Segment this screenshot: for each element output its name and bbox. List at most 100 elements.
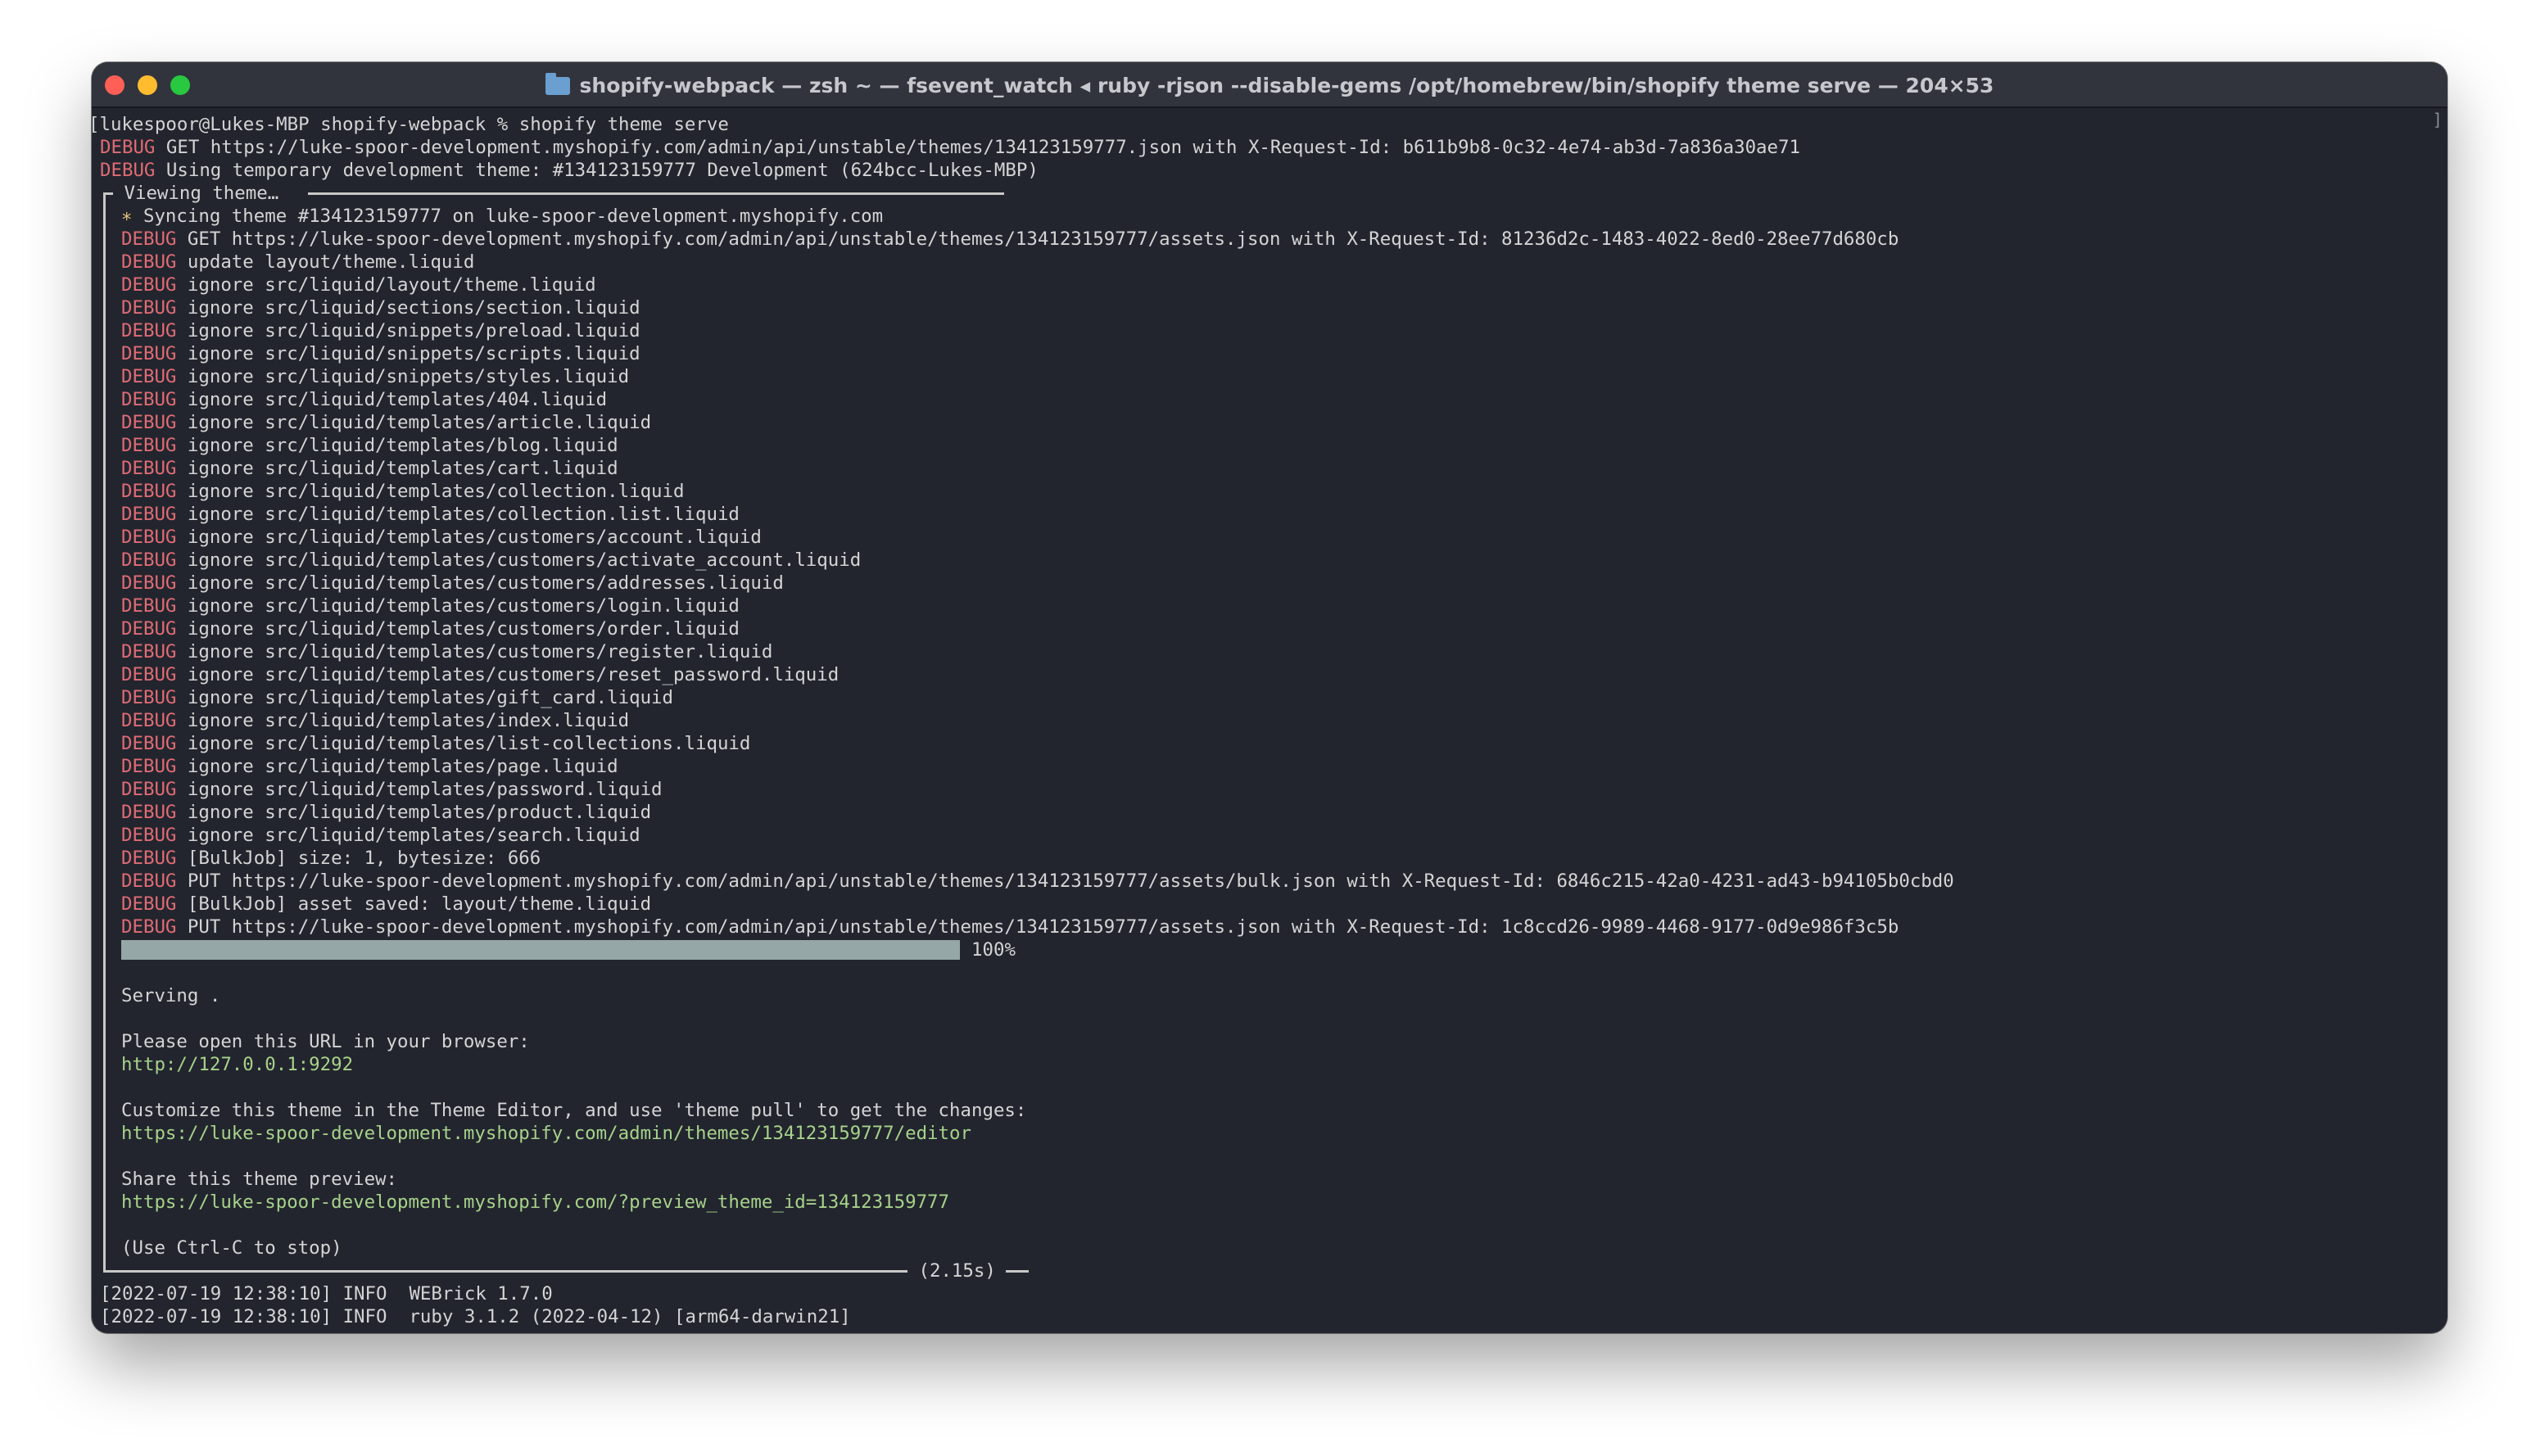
- debug-tag: DEBUG: [121, 916, 177, 938]
- log-line: DEBUG ignore src/liquid/templates/collec…: [121, 503, 740, 526]
- debug-tag: DEBUG: [121, 870, 177, 892]
- editor-url-line: https://luke-spoor-development.myshopify…: [121, 1122, 971, 1145]
- debug-tag: DEBUG: [121, 802, 177, 823]
- log-line: DEBUG ignore src/liquid/templates/passwo…: [121, 778, 663, 801]
- debug-tag: DEBUG: [121, 228, 177, 250]
- open-url-label-line: Please open this URL in your browser:: [121, 1030, 530, 1053]
- log-text: ignore src/liquid/templates/customers/re…: [176, 641, 773, 662]
- log-line: DEBUG ignore src/liquid/templates/custom…: [121, 663, 839, 686]
- preview-url-link[interactable]: https://luke-spoor-development.myshopify…: [121, 1191, 949, 1213]
- log-line: DEBUG update layout/theme.liquid: [121, 251, 474, 274]
- folder-icon: [545, 73, 570, 95]
- log-line: DEBUG ignore src/liquid/templates/blog.l…: [121, 434, 618, 457]
- info-line: [2022-07-19 12:38:10] INFO WEBrick 1.7.0: [100, 1282, 553, 1305]
- log-line: DEBUG ignore src/liquid/templates/custom…: [121, 640, 772, 663]
- log-text: ignore src/liquid/templates/404.liquid: [176, 389, 608, 410]
- stop-hint-line: (Use Ctrl-C to stop): [121, 1237, 342, 1259]
- log-line: DEBUG GET https://luke-spoor-development…: [100, 136, 1800, 159]
- title-bar[interactable]: shopify-webpack — zsh ~ — fsevent_watch …: [92, 62, 2447, 108]
- log-line: DEBUG ignore src/liquid/templates/custom…: [121, 549, 861, 572]
- debug-tag: DEBUG: [121, 251, 177, 273]
- log-text: ignore src/liquid/templates/collection.l…: [176, 481, 685, 502]
- log-line: DEBUG ignore src/liquid/templates/search…: [121, 824, 640, 847]
- log-text: ignore src/liquid/templates/gift_card.li…: [176, 687, 674, 708]
- box-bottom-end-rule: [1006, 1270, 1029, 1273]
- window-title: shopify-webpack — zsh ~ — fsevent_watch …: [92, 62, 2447, 108]
- debug-tag: DEBUG: [121, 389, 177, 410]
- progress-bar: [121, 940, 960, 960]
- log-text: ignore src/liquid/templates/customers/ad…: [176, 572, 784, 594]
- sync-line: ∗ Syncing theme #134123159777 on luke-sp…: [121, 205, 883, 228]
- log-line: DEBUG ignore src/liquid/templates/index.…: [121, 709, 629, 732]
- log-line: DEBUG PUT https://luke-spoor-development…: [121, 870, 1954, 893]
- log-text: update layout/theme.liquid: [176, 251, 475, 273]
- local-url-line: http://127.0.0.1:9292: [121, 1053, 353, 1076]
- debug-tag: DEBUG: [121, 343, 177, 364]
- debug-tag: DEBUG: [121, 618, 177, 640]
- log-line: DEBUG ignore src/liquid/snippets/preload…: [121, 319, 640, 342]
- debug-tag: DEBUG: [121, 412, 177, 433]
- log-text: ignore src/liquid/layout/theme.liquid: [176, 274, 596, 296]
- log-line: DEBUG ignore src/liquid/templates/custom…: [121, 526, 762, 549]
- progress-label-line: 100%: [971, 938, 1016, 961]
- debug-tag: DEBUG: [121, 825, 177, 846]
- box-bottom-rule: [103, 1270, 907, 1273]
- serving-status: Serving .: [121, 985, 221, 1006]
- log-line: DEBUG ignore src/liquid/templates/articl…: [121, 411, 651, 434]
- log-text: PUT https://luke-spoor-development.mysho…: [176, 870, 1954, 892]
- window-title-text: shopify-webpack — zsh ~ — fsevent_watch …: [579, 73, 1994, 97]
- log-text: ignore src/liquid/templates/collection.l…: [176, 504, 740, 525]
- box-title: Viewing theme…: [113, 183, 290, 204]
- local-url-link[interactable]: http://127.0.0.1:9292: [121, 1054, 353, 1075]
- log-line: DEBUG Using temporary development theme:…: [100, 159, 1039, 182]
- box-title-line: Viewing theme…: [113, 182, 290, 205]
- log-text: ignore src/liquid/templates/article.liqu…: [176, 412, 652, 433]
- log-text: ignore src/liquid/templates/search.liqui…: [176, 825, 640, 846]
- log-line: DEBUG PUT https://luke-spoor-development…: [121, 916, 1899, 938]
- log-line: DEBUG ignore src/liquid/templates/page.l…: [121, 755, 618, 778]
- debug-tag: DEBUG: [121, 733, 177, 754]
- info-line: [2022-07-19 12:38:10] INFO ruby 3.1.2 (2…: [100, 1305, 851, 1328]
- log-line: DEBUG ignore src/liquid/templates/custom…: [121, 572, 784, 595]
- log-text: GET https://luke-spoor-development.mysho…: [176, 228, 1899, 250]
- log-text: [BulkJob] asset saved: layout/theme.liqu…: [176, 893, 652, 915]
- debug-tag: DEBUG: [121, 549, 177, 571]
- info-text: [2022-07-19 12:38:10] INFO WEBrick 1.7.0: [100, 1283, 553, 1305]
- debug-tag: DEBUG: [121, 595, 177, 617]
- debug-tag: DEBUG: [121, 527, 177, 548]
- editor-url-link[interactable]: https://luke-spoor-development.myshopify…: [121, 1123, 971, 1144]
- log-text: ignore src/liquid/templates/customers/re…: [176, 664, 840, 685]
- terminal-window: shopify-webpack — zsh ~ — fsevent_watch …: [92, 62, 2447, 1333]
- log-line: DEBUG ignore src/liquid/templates/list-c…: [121, 732, 750, 755]
- log-text: ignore src/liquid/snippets/styles.liquid: [176, 366, 630, 387]
- stop-hint: (Use Ctrl-C to stop): [121, 1237, 342, 1259]
- progress-label: 100%: [971, 939, 1016, 961]
- log-text: ignore src/liquid/snippets/preload.liqui…: [176, 320, 640, 341]
- log-line: DEBUG ignore src/liquid/templates/404.li…: [121, 388, 607, 411]
- open-url-label: Please open this URL in your browser:: [121, 1031, 530, 1052]
- serving-line: Serving .: [121, 984, 220, 1007]
- log-text: GET https://luke-spoor-development.mysho…: [155, 137, 1800, 158]
- sync-text: Syncing theme #134123159777 on luke-spoo…: [132, 206, 884, 227]
- debug-tag: DEBUG: [121, 756, 177, 777]
- prompt-text: [lukespoor@Lukes-MBP shopify-webpack % s…: [92, 114, 729, 135]
- terminal-output[interactable]: [lukespoor@Lukes-MBP shopify-webpack % s…: [92, 108, 2447, 1333]
- debug-tag: DEBUG: [121, 435, 177, 456]
- log-text: ignore src/liquid/templates/password.liq…: [176, 779, 663, 800]
- log-line: DEBUG ignore src/liquid/snippets/scripts…: [121, 342, 640, 365]
- debug-tag: DEBUG: [121, 297, 177, 319]
- log-line: DEBUG ignore src/liquid/templates/collec…: [121, 480, 685, 503]
- log-line: DEBUG ignore src/liquid/templates/custom…: [121, 595, 740, 617]
- elapsed-time: (2.15s): [907, 1260, 1007, 1282]
- log-line: DEBUG [BulkJob] size: 1, bytesize: 666: [121, 847, 541, 870]
- box-top-right-rule: [308, 192, 1004, 195]
- share-label-line: Share this theme preview:: [121, 1168, 397, 1191]
- log-line: DEBUG ignore src/liquid/snippets/styles.…: [121, 365, 629, 388]
- box-left-border: [103, 192, 106, 1273]
- debug-tag: DEBUG: [121, 504, 177, 525]
- log-line: DEBUG ignore src/liquid/templates/cart.l…: [121, 457, 618, 480]
- debug-tag: DEBUG: [121, 779, 177, 800]
- debug-tag: DEBUG: [121, 893, 177, 915]
- log-line: DEBUG ignore src/liquid/templates/gift_c…: [121, 686, 673, 709]
- log-text: ignore src/liquid/templates/page.liquid: [176, 756, 618, 777]
